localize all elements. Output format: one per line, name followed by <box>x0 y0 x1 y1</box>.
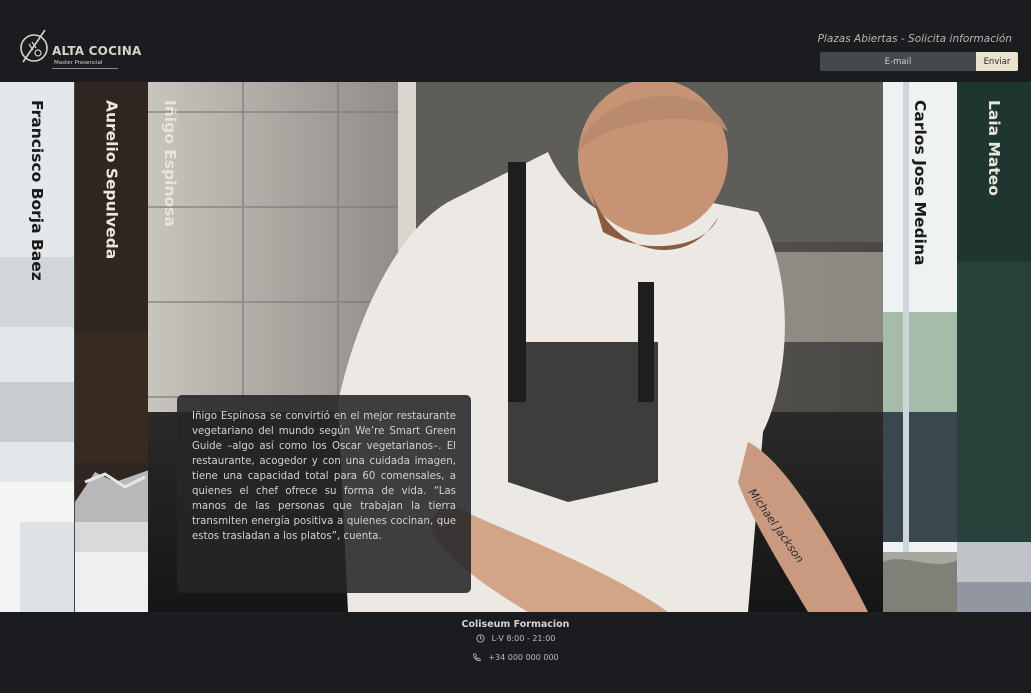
clock-icon <box>476 634 485 643</box>
chef-strip-carlos[interactable]: Carlos Jose Medina <box>883 82 957 612</box>
footer-company-name: Coliseum Formacion <box>461 619 570 630</box>
footer-phone-row: +34 000 000 000 <box>0 653 1031 662</box>
phone-icon <box>473 653 481 662</box>
open-places-link[interactable]: Plazas Abiertas - Solicita información <box>818 33 1012 45</box>
chef-name: Aurelio Sepulveda <box>102 100 121 260</box>
chef-strip-laia[interactable]: Laia Mateo <box>957 82 1031 612</box>
site-header: ALTA COCINA Master Presencial Plazas Abi… <box>0 0 1031 82</box>
brand-logo[interactable]: ALTA COCINA Master Presencial <box>18 26 141 72</box>
chef-name: Laia Mateo <box>985 100 1003 196</box>
footer-hours-row: L-V 8:00 - 21:00 <box>0 634 1031 643</box>
footer-phone[interactable]: +34 000 000 000 <box>488 653 558 662</box>
chef-name: Carlos Jose Medina <box>911 100 929 266</box>
send-button[interactable]: Enviar <box>976 52 1018 71</box>
brand-name: ALTA COCINA <box>52 44 142 58</box>
chef-logo-icon <box>20 29 48 63</box>
chef-bio-text: Iñigo Espinosa se convirtió en el mejor … <box>192 411 456 542</box>
email-input[interactable] <box>820 52 976 71</box>
brand-subtitle: Master Presencial <box>54 60 103 66</box>
footer-hours: L-V 8:00 - 21:00 <box>491 634 556 643</box>
brand-underline <box>52 68 118 69</box>
chef-strip-francisco[interactable]: Francisco Borja Baez <box>0 82 74 612</box>
chef-name: Francisco Borja Baez <box>28 100 46 281</box>
chef-name: Iñigo Espinosa <box>161 100 179 227</box>
chef-strip-aurelio[interactable]: Aurelio Sepulveda <box>74 82 148 612</box>
chef-gallery: Francisco Borja Baez Aurelio Sepulveda M… <box>0 82 1031 612</box>
site-footer: Coliseum Formacion L-V 8:00 - 21:00 +34 … <box>0 612 1031 693</box>
chef-bio-card: Iñigo Espinosa se convirtió en el mejor … <box>177 395 471 593</box>
chef-strip-inigo-active[interactable]: Michael Jackson Iñigo Espinosa Iñigo Esp… <box>148 82 883 612</box>
